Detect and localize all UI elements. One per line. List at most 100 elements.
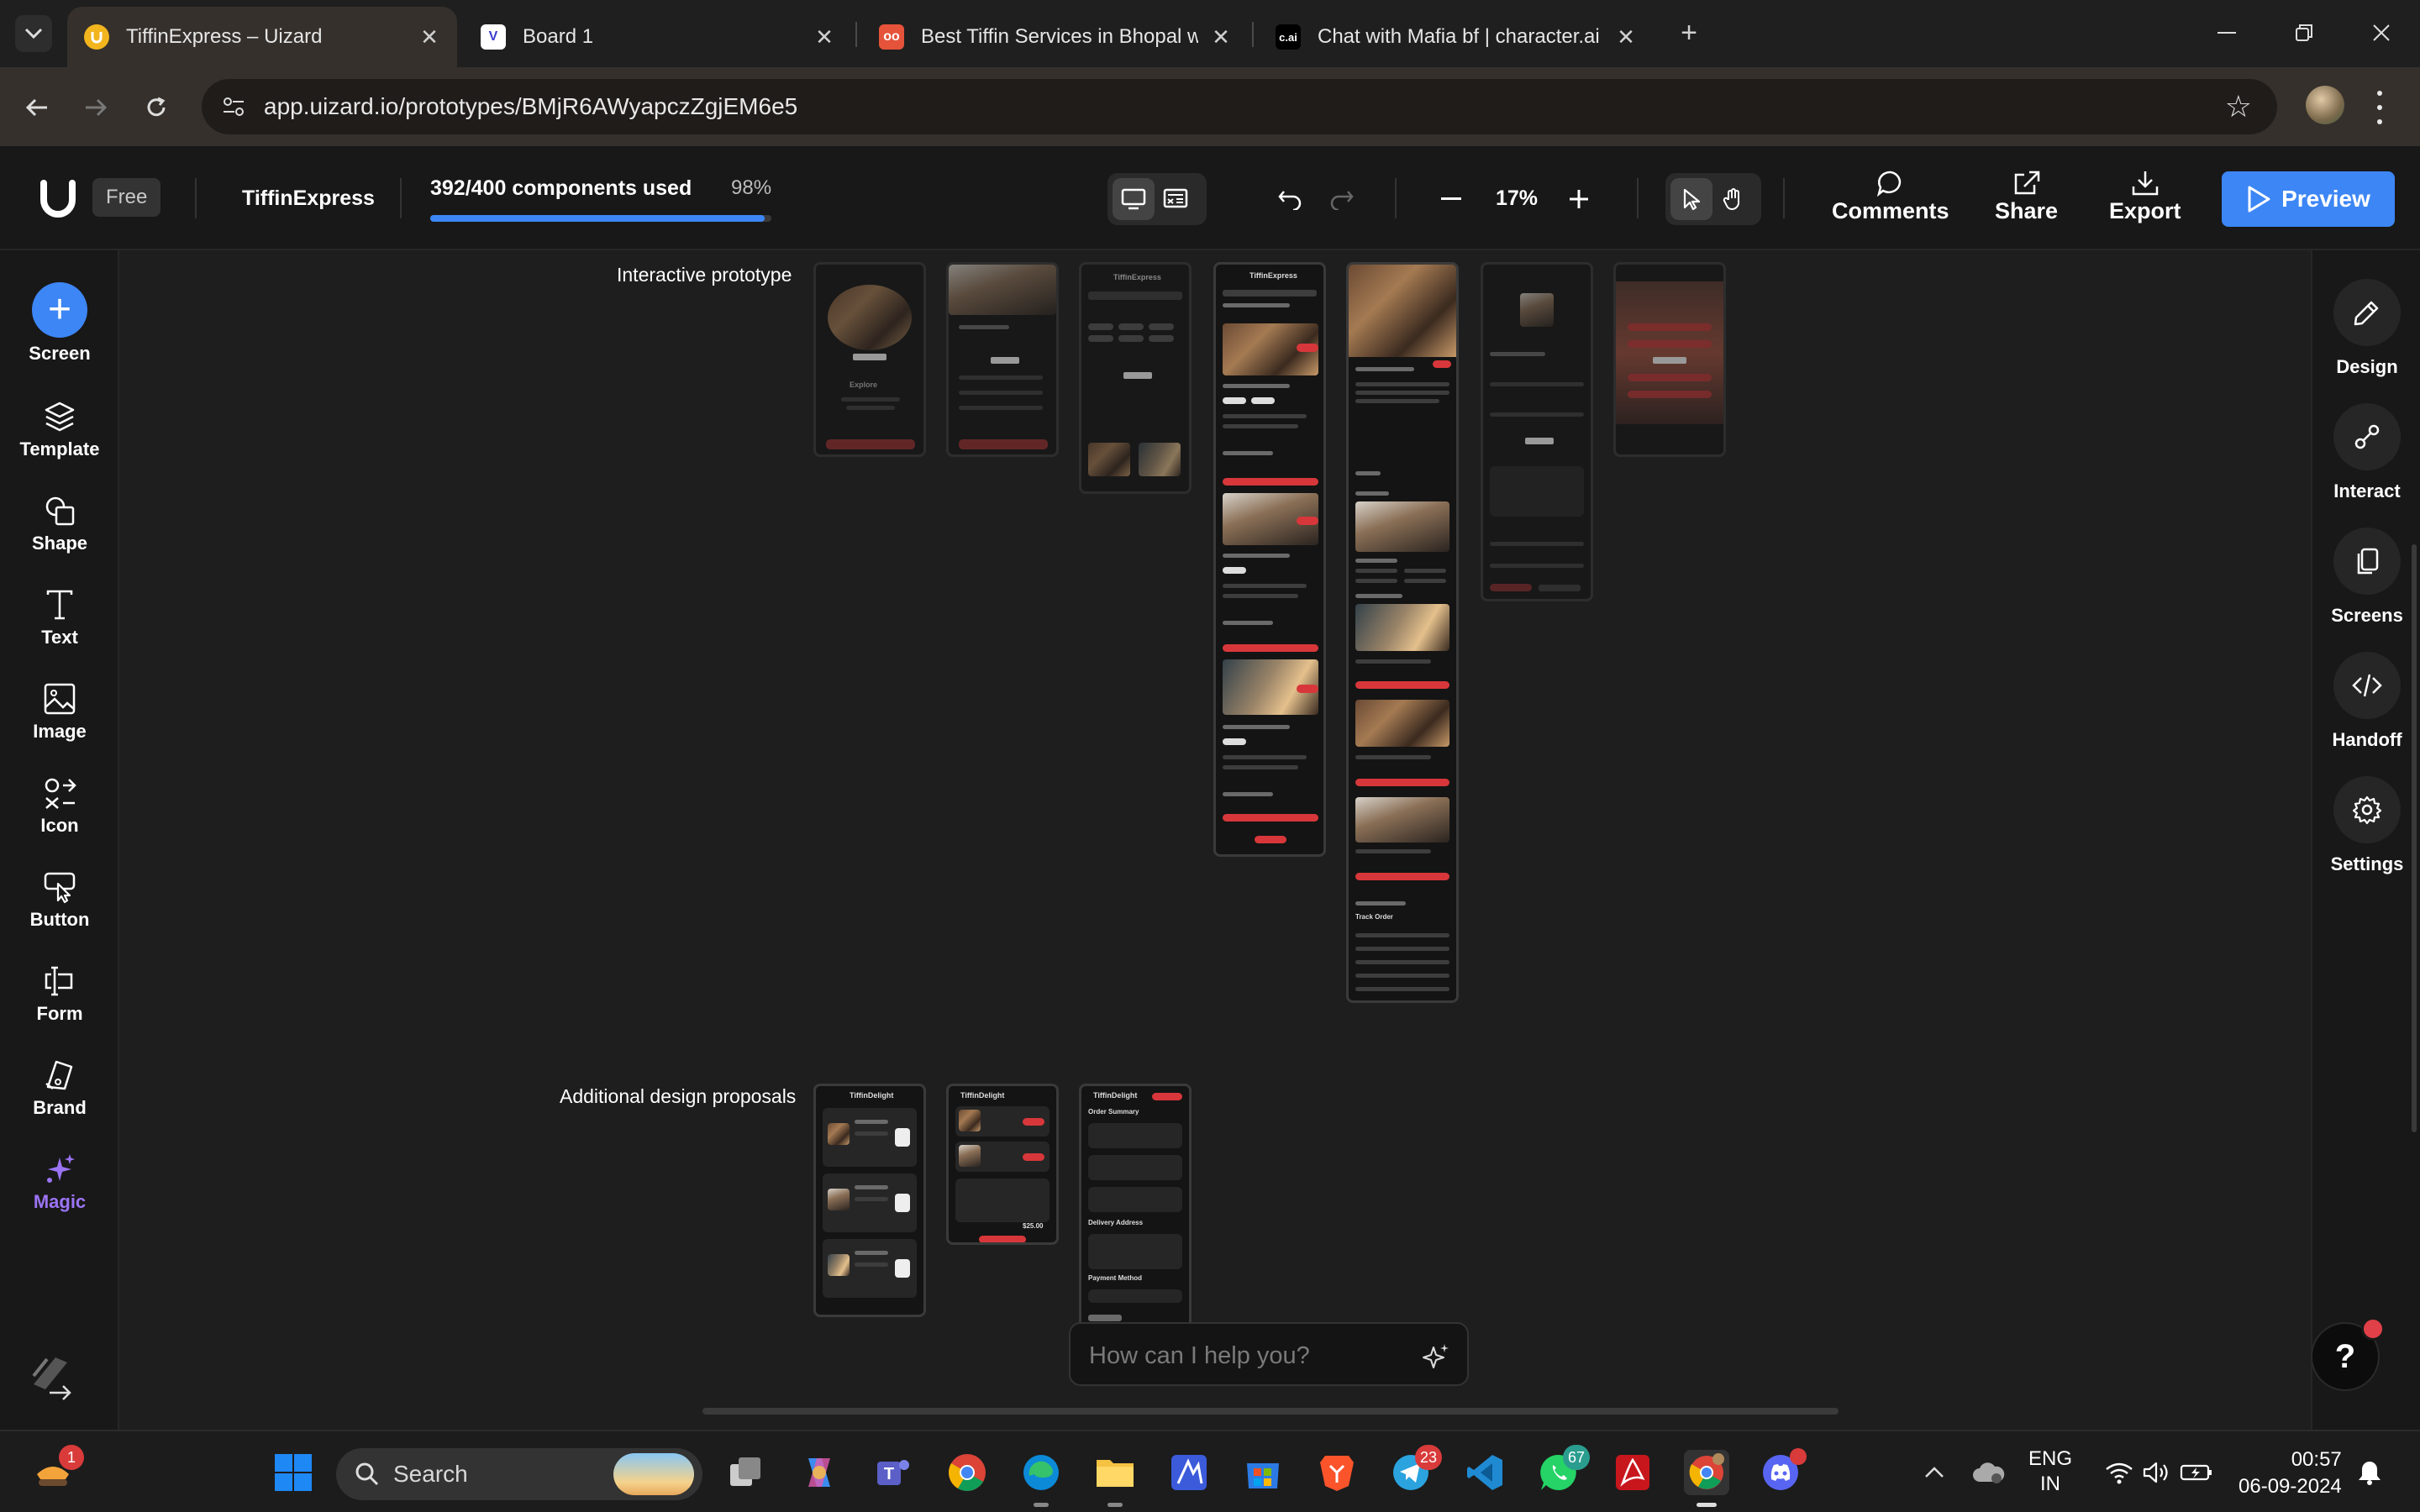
close-window-button[interactable] <box>2356 12 2407 54</box>
proposal-cart[interactable]: TiffinDelight $25.00 <box>946 1084 1059 1245</box>
sidebar-item-text[interactable]: Text <box>0 588 119 648</box>
comments-button[interactable]: Comments <box>1832 170 1949 224</box>
new-tab-button[interactable]: + <box>1672 17 1706 50</box>
system-clock[interactable]: 00:57 06-09-2024 <box>2238 1446 2342 1500</box>
vscode-app[interactable] <box>1462 1450 1507 1495</box>
mock-text-line <box>1223 725 1290 729</box>
tab-board[interactable]: V Board 1 ✕ <box>464 7 852 67</box>
panel-interact[interactable]: Interact <box>2312 403 2420 502</box>
chrome-active-app[interactable] <box>1684 1450 1729 1507</box>
plan-badge[interactable]: Free <box>92 178 161 217</box>
sidebar-item-brand[interactable]: Brand <box>0 1058 119 1119</box>
redo-button[interactable] <box>1319 176 1365 222</box>
store-app[interactable] <box>1240 1450 1286 1495</box>
acrobat-app[interactable] <box>1610 1450 1655 1495</box>
teams-app[interactable]: T <box>871 1450 916 1495</box>
expand-sidebar-button[interactable] <box>42 1374 79 1411</box>
site-info-icon[interactable] <box>217 90 250 123</box>
sidebar-item-template[interactable]: Template <box>0 400 119 460</box>
close-icon[interactable]: ✕ <box>1615 24 1637 50</box>
panel-settings[interactable]: Settings <box>2312 776 2420 875</box>
desktop-view-button[interactable] <box>1113 178 1155 220</box>
brave-app[interactable] <box>1314 1450 1360 1495</box>
screen-overlay[interactable] <box>1613 262 1726 457</box>
show-hidden-icons-button[interactable] <box>1918 1450 1951 1495</box>
weather-widget[interactable]: 1 <box>30 1445 84 1495</box>
zoom-level[interactable]: 17% <box>1496 186 1538 211</box>
preview-label: Preview <box>2281 186 2370 212</box>
sparkle-icon[interactable] <box>1422 1342 1450 1371</box>
restore-button[interactable] <box>2279 12 2329 54</box>
bookmark-star-icon[interactable]: ☆ <box>2225 89 2252 124</box>
project-name[interactable]: TiffinExpress <box>242 186 375 211</box>
reload-button[interactable] <box>138 89 175 126</box>
onedrive-status[interactable] <box>1970 1450 2007 1495</box>
ai-assistant-input[interactable] <box>1089 1339 1425 1373</box>
close-icon[interactable]: ✕ <box>813 24 835 50</box>
tab-search-button[interactable] <box>15 15 52 52</box>
wifi-status[interactable] <box>2102 1450 2136 1495</box>
tab-uizard[interactable]: TiffinExpress – Uizard ✕ <box>67 7 457 67</box>
screen-browse[interactable] <box>946 262 1059 457</box>
start-button[interactable] <box>271 1450 316 1495</box>
screen-explore[interactable]: Explore <box>813 262 926 457</box>
screen-categories[interactable]: TiffinExpress <box>1079 262 1192 494</box>
volume-status[interactable] <box>2139 1450 2173 1495</box>
tab-tiffin-services[interactable]: oo Best Tiffin Services in Bhopal wi ✕ <box>862 7 1249 67</box>
close-icon[interactable]: ✕ <box>1210 24 1232 50</box>
tab-character-ai[interactable]: c.ai Chat with Mafia bf | character.ai ✕ <box>1259 7 1654 67</box>
screen-meal-detail[interactable]: Track Order <box>1346 262 1459 1003</box>
task-view-button[interactable] <box>723 1450 768 1495</box>
language-indicator[interactable]: ENG IN <box>2028 1446 2072 1497</box>
back-button[interactable] <box>18 89 55 126</box>
screen-home-list[interactable]: TiffinExpress <box>1213 262 1326 857</box>
url-text[interactable]: app.uizard.io/prototypes/BMjR6AWyapczZgj… <box>264 93 797 120</box>
uizard-logo-icon[interactable] <box>35 176 81 222</box>
vector-app[interactable] <box>1166 1450 1212 1495</box>
copilot-button[interactable] <box>797 1450 842 1495</box>
sidebar-item-magic[interactable]: Magic <box>0 1152 119 1213</box>
omnibox[interactable]: app.uizard.io/prototypes/BMjR6AWyapczZgj… <box>202 79 2277 134</box>
sidebar-item-image[interactable]: Image <box>0 682 119 743</box>
sidebar-item-form[interactable]: Form <box>0 964 119 1025</box>
chrome-app[interactable] <box>944 1450 990 1495</box>
sidebar-item-icon[interactable]: Icon <box>0 776 119 837</box>
proposal-menu-list[interactable]: TiffinDelight <box>813 1084 926 1317</box>
ai-assistant-box[interactable] <box>1069 1322 1469 1386</box>
zoom-in-button[interactable] <box>1556 176 1602 222</box>
panel-screens[interactable]: Screens <box>2312 528 2420 627</box>
proposal-order-summary[interactable]: TiffinDelight Order Summary Delivery Add… <box>1079 1084 1192 1336</box>
profile-avatar[interactable] <box>2306 86 2344 124</box>
file-explorer-app[interactable] <box>1092 1450 1138 1507</box>
browser-menu-icon[interactable] <box>2371 91 2388 124</box>
hand-tool-button[interactable] <box>1712 178 1754 220</box>
horizontal-scrollbar[interactable] <box>702 1408 1839 1415</box>
close-icon[interactable]: ✕ <box>418 24 440 50</box>
forward-button[interactable] <box>77 89 114 126</box>
export-button[interactable]: Export <box>2109 170 2181 224</box>
discord-app[interactable] <box>1758 1448 1807 1495</box>
sidebar-item-button[interactable]: Button <box>0 870 119 931</box>
panel-handoff[interactable]: Handoff <box>2312 652 2420 751</box>
vertical-scrollbar[interactable] <box>2412 544 2417 1132</box>
panel-design[interactable]: Design <box>2312 279 2420 378</box>
telegram-app[interactable]: 23 <box>1388 1445 1442 1495</box>
notifications-button[interactable] <box>2353 1450 2386 1495</box>
usage-label: 392/400 components used <box>430 176 692 200</box>
undo-button[interactable] <box>1267 176 1313 222</box>
whatsapp-app[interactable]: 67 <box>1536 1445 1590 1495</box>
preview-button[interactable]: Preview <box>2222 171 2395 227</box>
taskbar-search[interactable]: Search <box>336 1448 702 1500</box>
zoom-out-button[interactable] <box>1428 176 1474 222</box>
wireframe-view-button[interactable] <box>1155 178 1197 220</box>
select-tool-button[interactable] <box>1670 178 1712 220</box>
sidebar-item-screen[interactable]: + Screen <box>0 282 119 365</box>
sidebar-item-label: Shape <box>31 533 88 554</box>
design-canvas[interactable]: Interactive prototype Additional design … <box>119 250 2311 1430</box>
minimize-button[interactable] <box>2202 12 2252 54</box>
share-button[interactable]: Share <box>1995 170 2058 224</box>
sidebar-item-shape[interactable]: Shape <box>0 494 119 554</box>
battery-status[interactable] <box>2178 1450 2215 1495</box>
edge-app[interactable] <box>1018 1450 1064 1507</box>
screen-order[interactable] <box>1481 262 1593 601</box>
